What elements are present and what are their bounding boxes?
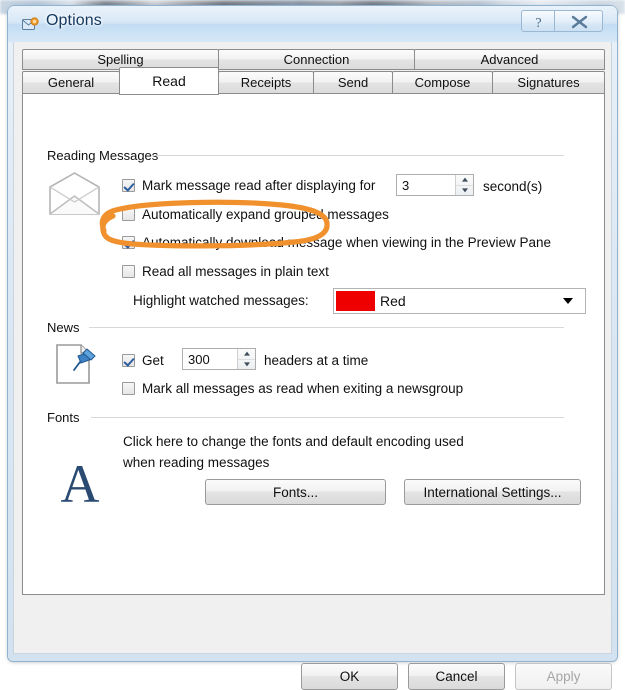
tab-label: General [47, 75, 95, 90]
tab-send[interactable]: Send [313, 71, 393, 94]
expand-grouped-checkbox[interactable] [122, 208, 135, 221]
title-bar: Options ? [8, 6, 617, 42]
highlight-color-swatch [336, 291, 375, 311]
mark-read-checkbox[interactable] [122, 179, 135, 192]
dialog-client-area: Spelling Connection Advanced General Rea… [13, 42, 612, 690]
international-settings-button-label: International Settings... [423, 484, 562, 500]
fonts-button-label: Fonts... [272, 484, 318, 500]
expand-grouped-checkbox-row[interactable]: Automatically expand grouped messages [122, 207, 389, 222]
chevron-down-icon[interactable] [563, 298, 573, 304]
read-tab-panel: Reading Messages Mark message read after… [22, 93, 605, 595]
options-dialog-window: Options ? Spelling Connection Advanced G… [8, 6, 617, 690]
headers-count-value[interactable]: 300 [183, 349, 237, 369]
fonts-button[interactable]: Fonts... [205, 479, 386, 505]
fonts-group-label: Fonts [43, 410, 84, 425]
auto-download-checkbox-row[interactable]: Automatically download message when view… [122, 235, 551, 250]
mark-read-seconds-value[interactable]: 3 [397, 175, 455, 195]
tab-label: Connection [283, 52, 350, 67]
ok-button-label: OK [339, 669, 360, 684]
tab-label: Signatures [517, 75, 580, 90]
svg-text:A: A [61, 456, 100, 508]
international-settings-button[interactable]: International Settings... [404, 479, 581, 505]
apply-button-label: Apply [546, 669, 581, 684]
mark-read-exit-checkbox[interactable] [122, 382, 135, 395]
fonts-description-line2: when reading messages [123, 455, 270, 470]
headers-count-stepper[interactable]: 300 [182, 348, 256, 370]
cancel-button-label: Cancel [435, 669, 478, 684]
stepper-down-button[interactable] [238, 360, 255, 370]
stepper-down-button[interactable] [456, 186, 473, 196]
plain-text-checkbox-row[interactable]: Read all messages in plain text [122, 264, 329, 279]
plain-text-label: Read all messages in plain text [142, 264, 329, 279]
mark-read-seconds-stepper[interactable]: 3 [396, 174, 474, 196]
highlight-watched-label: Highlight watched messages: [133, 293, 309, 308]
mark-read-checkbox-row[interactable]: Mark message read after displaying for [122, 178, 375, 193]
tab-bar: Spelling Connection Advanced General Rea… [22, 49, 605, 95]
expand-grouped-label: Automatically expand grouped messages [142, 207, 389, 222]
tab-compose[interactable]: Compose [392, 71, 493, 94]
tab-label: Compose [414, 75, 471, 90]
reading-messages-group-label: Reading Messages [43, 148, 163, 163]
highlight-color-dropdown[interactable]: Red [333, 288, 586, 314]
tab-signatures[interactable]: Signatures [492, 71, 605, 94]
headers-suffix-label: headers at a time [264, 353, 369, 368]
svg-text:?: ? [535, 16, 541, 31]
auto-download-checkbox[interactable] [122, 236, 135, 249]
tab-label: Read [152, 73, 186, 89]
tab-label: Receipts [240, 75, 292, 90]
dialog-footer: OK Cancel Apply [14, 595, 612, 690]
letter-a-icon: A [51, 454, 109, 514]
plain-text-checkbox[interactable] [122, 265, 135, 278]
help-button[interactable]: ? [521, 10, 554, 32]
stepper-up-button[interactable] [238, 349, 255, 360]
get-headers-checkbox-row[interactable]: Get [122, 353, 164, 368]
close-button[interactable] [554, 10, 603, 32]
tab-receipts[interactable]: Receipts [218, 71, 314, 94]
reading-messages-group-line [151, 155, 564, 156]
tab-connection[interactable]: Connection [218, 49, 415, 70]
tab-read[interactable]: Read [119, 67, 219, 95]
stepper-up-button[interactable] [456, 175, 473, 186]
get-headers-checkbox[interactable] [122, 354, 135, 367]
stepper-buttons[interactable] [237, 349, 255, 369]
seconds-suffix-label: second(s) [483, 179, 543, 194]
mark-read-label: Mark message read after displaying for [142, 178, 376, 193]
fonts-group-line [91, 417, 564, 418]
mark-read-exit-label: Mark all messages as read when exiting a… [142, 381, 464, 396]
page-pushpin-icon [51, 340, 99, 393]
apply-button: Apply [515, 663, 612, 690]
ok-button[interactable]: OK [301, 663, 398, 690]
mark-read-exit-checkbox-row[interactable]: Mark all messages as read when exiting a… [122, 381, 463, 396]
highlight-color-value: Red [380, 293, 406, 309]
auto-download-label: Automatically download message when view… [142, 235, 551, 250]
tab-label: Spelling [97, 52, 144, 67]
cancel-button[interactable]: Cancel [408, 663, 505, 690]
news-group-line [89, 327, 564, 328]
window-title: Options [46, 12, 102, 29]
fonts-description-line1: Click here to change the fonts and defau… [123, 434, 464, 449]
tab-advanced[interactable]: Advanced [414, 49, 605, 70]
stepper-buttons[interactable] [455, 175, 473, 195]
tab-label: Send [337, 75, 369, 90]
tab-label: Advanced [480, 52, 539, 67]
open-envelope-icon [46, 171, 103, 222]
tab-general[interactable]: General [22, 71, 120, 94]
get-headers-label: Get [142, 353, 164, 368]
news-group-label: News [43, 320, 84, 335]
mail-options-icon [22, 17, 39, 32]
